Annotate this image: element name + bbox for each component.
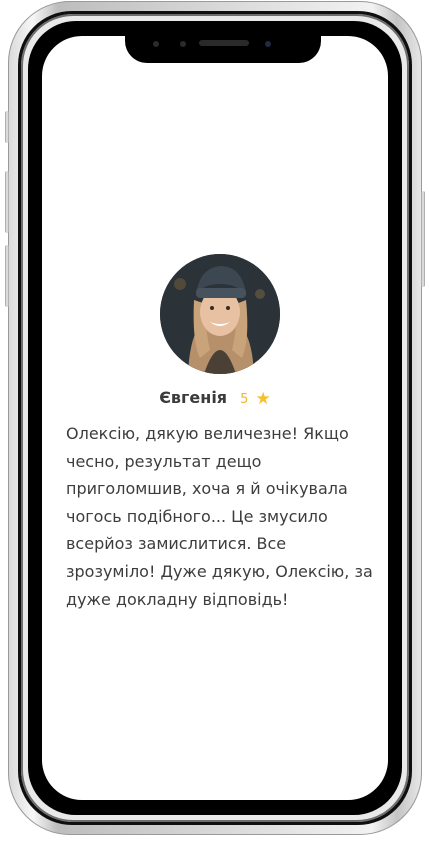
volume-down-button [5,245,9,307]
power-button [421,191,425,287]
screen: Євгенія 5 ★ Олексію, дякую величезне! Як… [42,36,388,800]
front-camera [265,41,271,47]
phone-screen-border: Євгенія 5 ★ Олексію, дякую величезне! Як… [28,21,402,815]
rating-value: 5 [240,392,249,407]
earpiece-speaker [199,40,249,46]
sensor-dot [180,41,186,47]
reviewer-avatar [160,254,280,374]
phone-bezel: Євгенія 5 ★ Олексію, дякую величезне! Як… [18,11,412,825]
mute-switch [5,111,9,143]
volume-up-button [5,171,9,233]
review-text: Олексію, дякую величезне! Якщо чесно, ре… [66,424,373,609]
phone-rim: Євгенія 5 ★ Олексію, дякую величезне! Як… [21,14,409,822]
phone-frame: Євгенія 5 ★ Олексію, дякую величезне! Як… [5,1,425,835]
phone-notch [125,27,321,63]
star-icon: ★ [255,389,271,409]
reviewer-photo [160,254,280,374]
reviewer-header: Євгенія 5 ★ [42,388,388,409]
reviewer-name: Євгенія [159,388,228,407]
sensor-dot [153,41,159,47]
